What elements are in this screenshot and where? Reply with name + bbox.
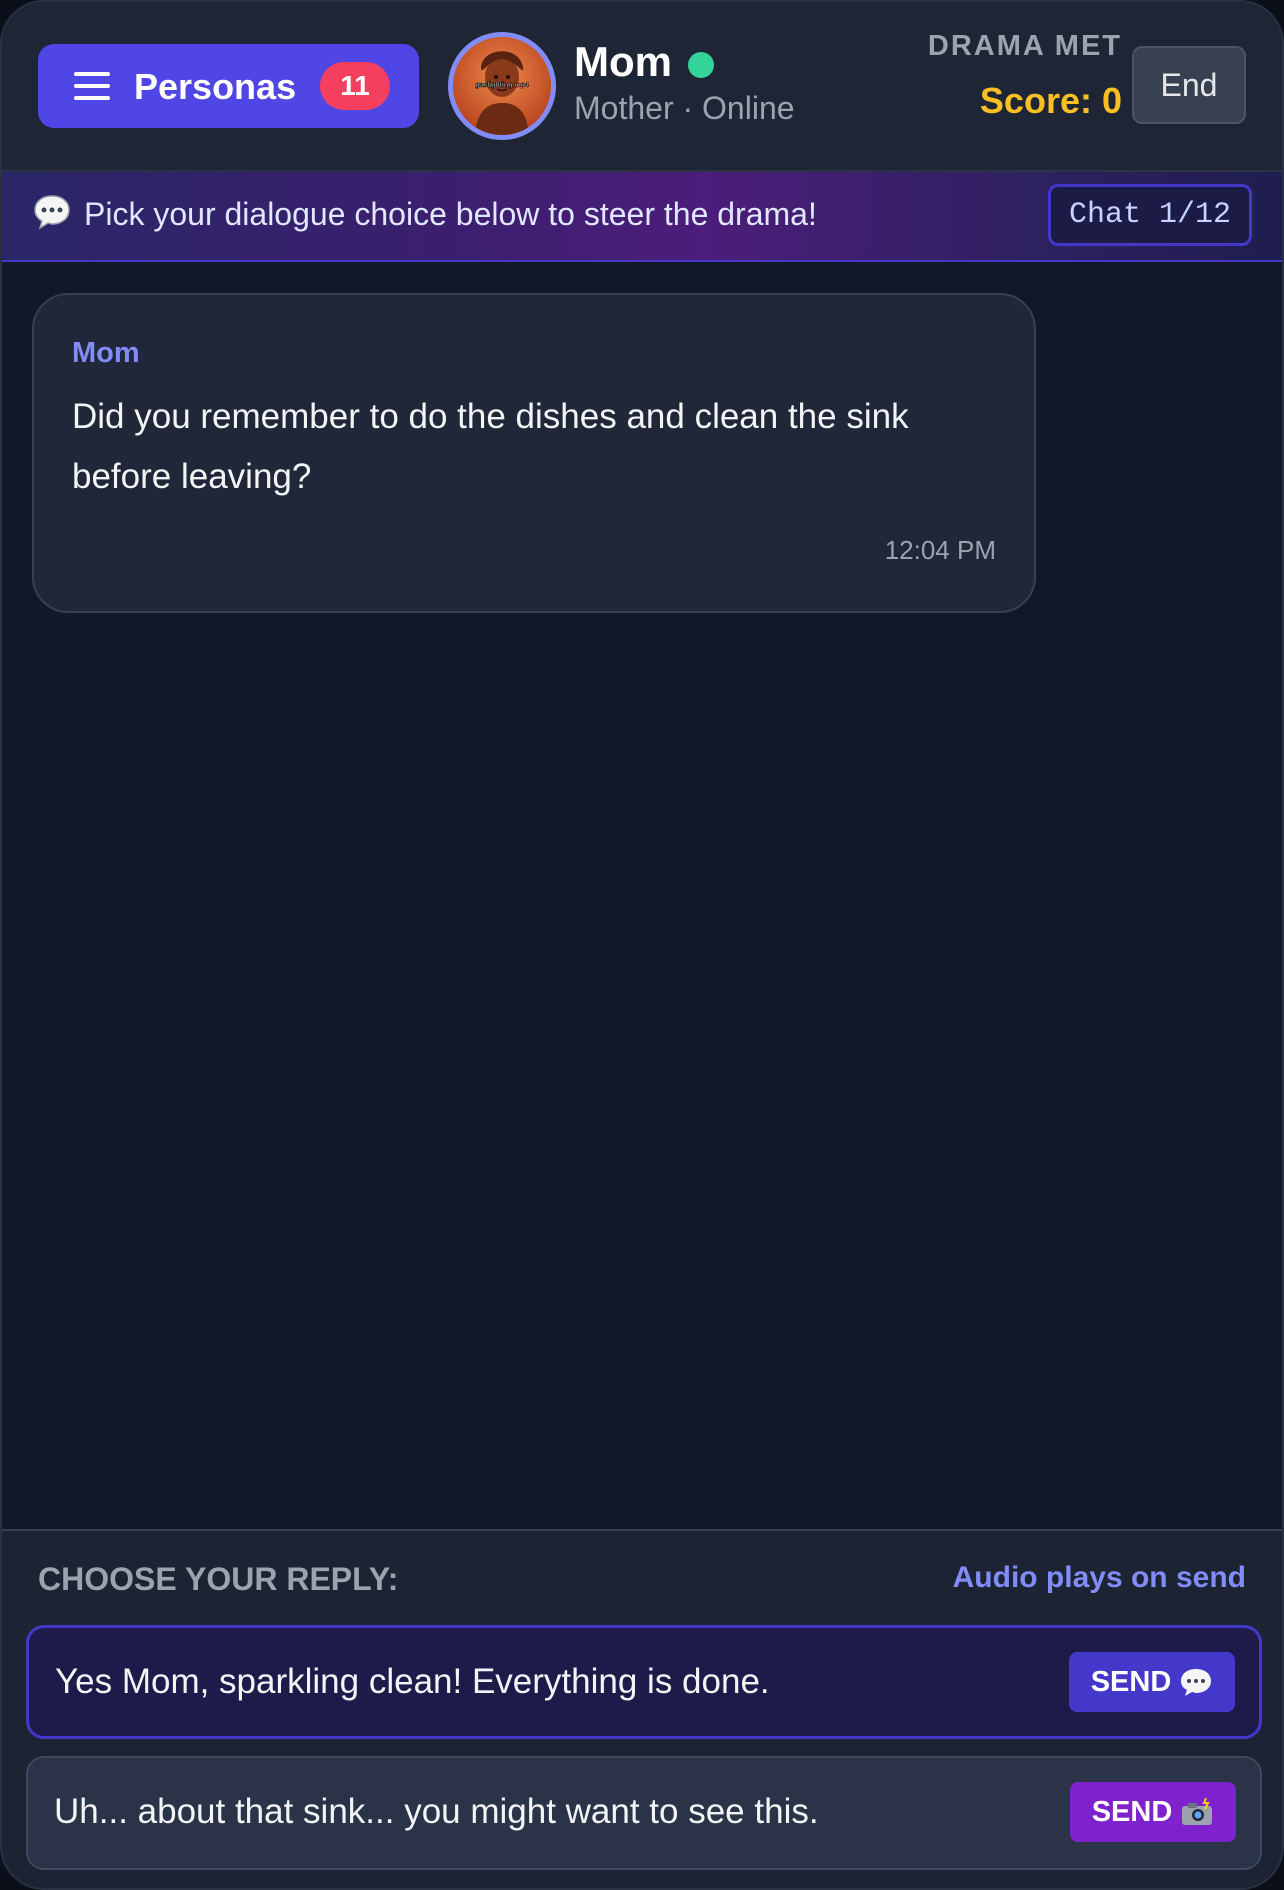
message-timestamp: 12:04 PM (884, 535, 996, 565)
reply-choice-text: Uh... about that sink... you might want … (54, 1792, 819, 1831)
reply-panel-title: CHOOSE YOUR REPLY: (38, 1561, 399, 1597)
send-button[interactable]: SEND (1070, 1782, 1236, 1842)
avatar-caption: gaslighting.mp4 (475, 82, 529, 89)
chat-counter: Chat 1/12 (1048, 184, 1252, 246)
chat-header: Personas 11 gaslighting.mp4 Mom Mother ·… (2, 2, 1282, 172)
banner-text: Pick your dialogue choice below to steer… (84, 196, 817, 232)
send-label: SEND (1091, 1795, 1173, 1828)
end-button[interactable]: End (1132, 46, 1246, 124)
personas-count-badge: 11 (320, 62, 390, 110)
instruction-banner: Pick your dialogue choice below to steer… (2, 172, 1282, 262)
contact-subtitle: Mother · Online (574, 90, 795, 126)
speech-bubble-icon (34, 195, 70, 230)
personas-label: Personas (134, 66, 297, 107)
send-button[interactable]: SEND (1069, 1652, 1235, 1712)
app-frame: Personas 11 gaslighting.mp4 Mom Mother ·… (0, 0, 1284, 1890)
send-label: SEND (1090, 1665, 1172, 1698)
reply-choice-1[interactable]: Yes Mom, sparkling clean! Everything is … (26, 1625, 1262, 1739)
contact-name: Mom (574, 38, 672, 85)
reply-choice-2[interactable]: Uh... about that sink... you might want … (26, 1756, 1262, 1870)
menu-icon (74, 72, 110, 100)
message-text: Did you remember to do the dishes and cl… (72, 397, 909, 496)
camera-flash-icon (1182, 1797, 1213, 1825)
speech-bubble-icon (1181, 1669, 1212, 1696)
online-status-dot (688, 52, 714, 78)
message-sender: Mom (72, 337, 140, 369)
reply-panel: CHOOSE YOUR REPLY: Audio plays on send Y… (2, 1529, 1282, 1888)
score-display: Score: 0 (979, 80, 1122, 121)
message-bubble: Mom Did you remember to do the dishes an… (32, 293, 1036, 613)
personas-button[interactable]: Personas 11 (38, 44, 419, 128)
avatar[interactable]: gaslighting.mp4 (448, 32, 556, 140)
audio-note: Audio plays on send (952, 1561, 1246, 1594)
reply-choice-text: Yes Mom, sparkling clean! Everything is … (55, 1662, 770, 1701)
drama-meter-label: DRAMA MET (927, 30, 1122, 62)
